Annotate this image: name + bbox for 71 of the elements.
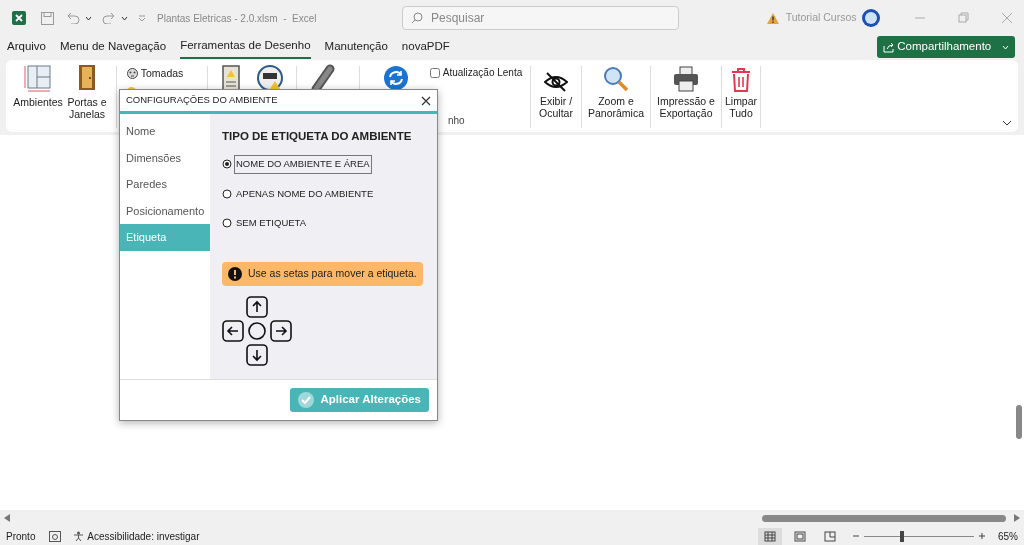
ribbon-button[interactable]: Tomadas bbox=[127, 66, 207, 82]
caret-icon bbox=[121, 15, 128, 21]
status-text: Pronto bbox=[6, 529, 36, 544]
alert-icon bbox=[228, 266, 242, 281]
scroll-right-icon[interactable] bbox=[1014, 514, 1020, 522]
spreadsheet-icon[interactable] bbox=[11, 11, 26, 25]
center-circle-icon[interactable] bbox=[246, 319, 268, 342]
undo-icon[interactable] bbox=[65, 12, 80, 24]
ribbon-tab[interactable]: Ferramentas de Desenho bbox=[180, 35, 311, 59]
arrow-up-icon[interactable] bbox=[246, 295, 268, 318]
magnifier-icon bbox=[603, 66, 629, 92]
redo-icon[interactable] bbox=[101, 12, 116, 24]
arrow-right-icon[interactable] bbox=[270, 319, 292, 342]
ribbon-button[interactable]: Limpar Tudo bbox=[724, 62, 758, 121]
dialog-title: CONFIGURAÇÕES DO AMBIENTE bbox=[126, 93, 278, 108]
zoom-out-icon[interactable] bbox=[852, 532, 860, 540]
vertical-scrollbar[interactable] bbox=[1016, 405, 1022, 439]
door-icon bbox=[77, 64, 97, 92]
radio-option[interactable]: SEM ETIQUETA bbox=[222, 213, 425, 232]
section-heading: TIPO DE ETIQUETA DO AMBIENTE bbox=[222, 129, 413, 144]
page-layout-icon bbox=[794, 531, 806, 543]
ribbon-button[interactable]: Exibir / Ocultar bbox=[533, 62, 579, 121]
check-icon bbox=[298, 392, 315, 408]
customize-icon[interactable] bbox=[137, 14, 146, 22]
printer-icon bbox=[673, 66, 699, 92]
notice-text: Use as setas para mover a etiqueta. bbox=[248, 266, 417, 281]
nav-item[interactable]: Dimensões bbox=[120, 144, 210, 171]
window-title: Plantas Eletricas - 2.0.xlsm - Excel bbox=[157, 11, 317, 26]
accessibility-icon bbox=[73, 530, 85, 542]
normal-view-icon bbox=[764, 531, 776, 543]
checkbox-label: Atualização Lenta bbox=[442, 66, 523, 80]
hidden-eye-icon bbox=[544, 72, 568, 92]
ribbon-tab[interactable]: novaPDF bbox=[401, 36, 450, 58]
macro-record-icon[interactable] bbox=[49, 530, 62, 542]
radio-option[interactable]: APENAS NOME DO AMBIENTE bbox=[222, 184, 425, 203]
ribbon-button[interactable]: Portas e Janelas bbox=[62, 62, 112, 122]
caret-icon bbox=[1002, 44, 1009, 50]
ribbon-button[interactable]: Zoom e Panorâmica bbox=[584, 62, 648, 121]
search-field[interactable]: Pesquisar bbox=[402, 6, 679, 30]
horizontal-scrollbar[interactable] bbox=[762, 514, 1006, 522]
accessibility-status[interactable]: Acessibilidade: investigar bbox=[73, 528, 200, 544]
checkbox[interactable] bbox=[430, 67, 440, 78]
share-button[interactable]: Compartilhamento bbox=[876, 36, 1015, 58]
arrow-down-icon[interactable] bbox=[246, 343, 268, 366]
nav-item[interactable]: Nome bbox=[120, 118, 210, 145]
view-button[interactable] bbox=[758, 527, 782, 545]
refresh-icon[interactable] bbox=[384, 66, 408, 90]
ribbon-tab[interactable]: Arquivo bbox=[7, 36, 46, 58]
nav-item[interactable]: Posicionamento bbox=[120, 197, 210, 224]
save-icon[interactable] bbox=[41, 11, 54, 25]
collapse-ribbon-icon[interactable] bbox=[1002, 120, 1012, 126]
ribbon-tab[interactable]: Manutenção bbox=[324, 36, 388, 58]
search-icon bbox=[411, 12, 423, 24]
zoom-in-icon[interactable] bbox=[978, 532, 986, 540]
group-label: nho bbox=[447, 114, 466, 128]
close-icon[interactable] bbox=[421, 95, 431, 106]
page-break-icon bbox=[824, 531, 836, 543]
ribbon-tab[interactable]: Menu de Navegação bbox=[60, 36, 167, 58]
arrow-left-icon[interactable] bbox=[222, 319, 244, 342]
trash-icon bbox=[731, 68, 751, 92]
ribbon-button[interactable]: Impressão e Exportação bbox=[653, 62, 719, 121]
warning-icon bbox=[766, 11, 781, 25]
floor-plan-icon bbox=[24, 64, 52, 92]
avatar-icon[interactable] bbox=[862, 9, 880, 27]
ribbon-button[interactable]: Ambientes bbox=[14, 62, 62, 110]
caret-icon bbox=[85, 15, 92, 21]
scroll-left-icon[interactable] bbox=[4, 514, 10, 522]
share-icon bbox=[882, 41, 895, 53]
nav-item[interactable]: Paredes bbox=[120, 171, 210, 198]
outlet-icon bbox=[127, 68, 138, 80]
zoom-level[interactable]: 65% bbox=[998, 528, 1018, 544]
